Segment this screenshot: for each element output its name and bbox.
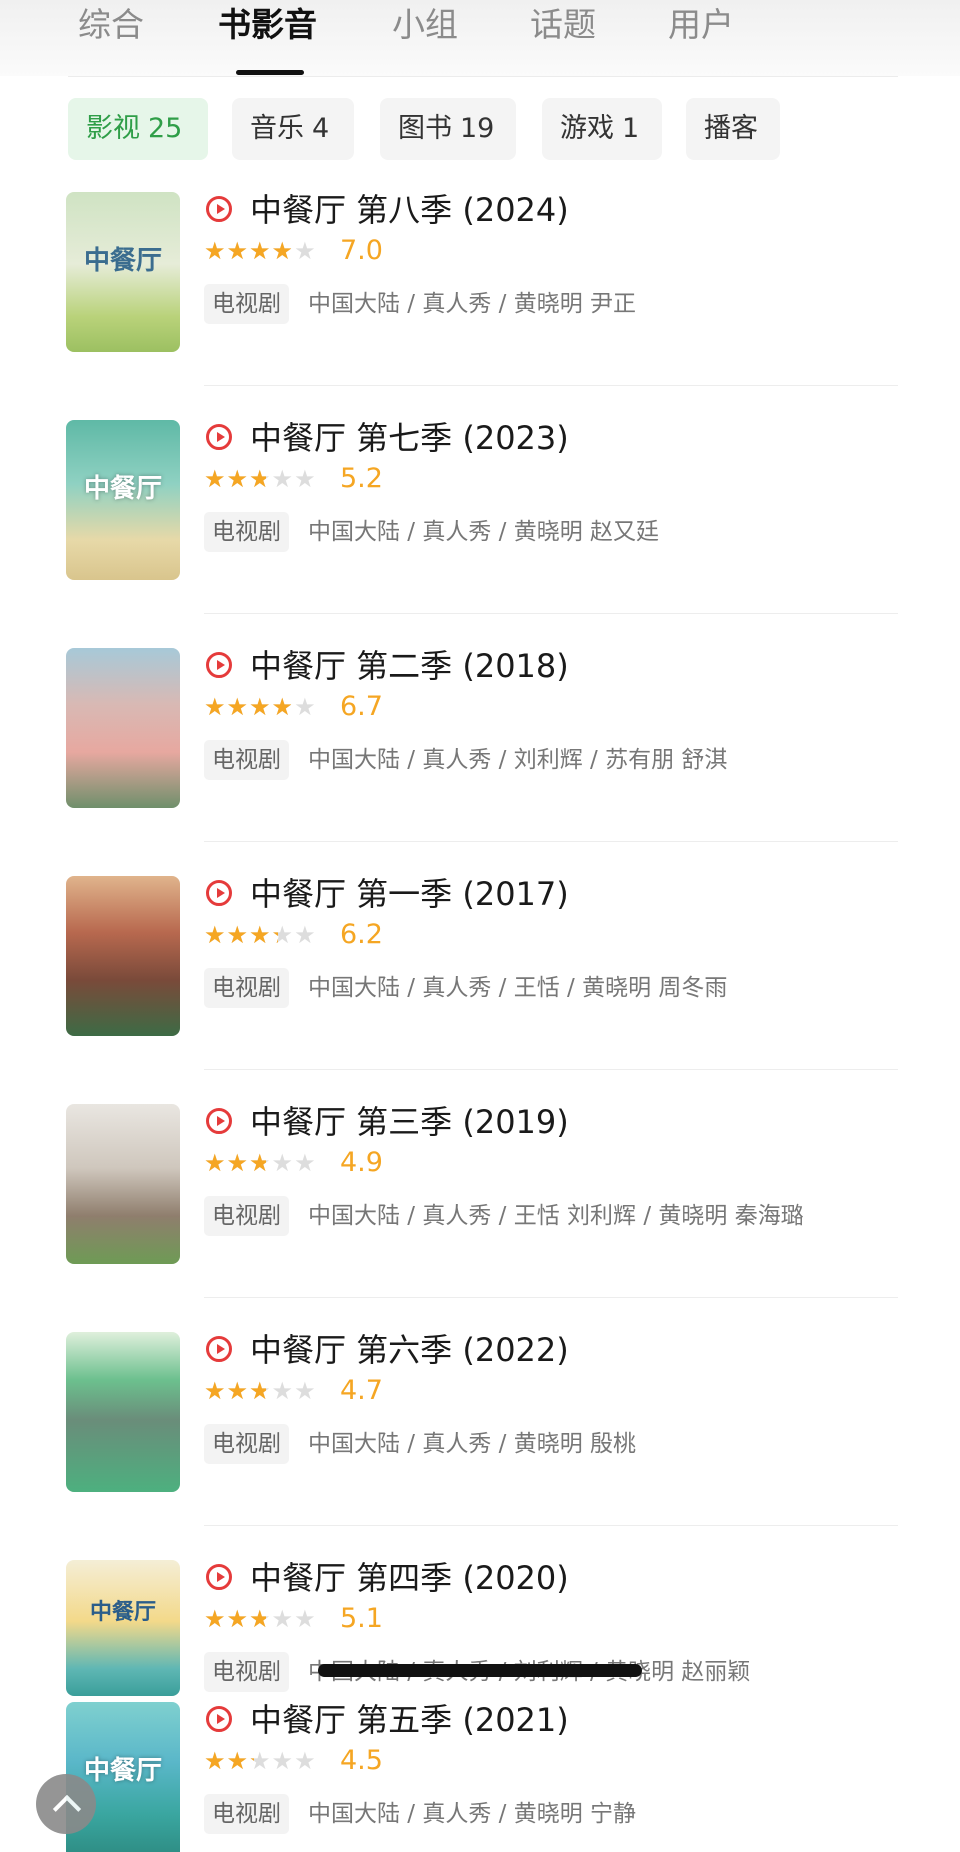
play-icon[interactable]	[206, 880, 232, 906]
filter-chip-label: 游戏	[560, 113, 614, 144]
redaction-mark	[318, 1664, 642, 1677]
item-title[interactable]: 中餐厅 第二季 (2018)	[250, 644, 569, 688]
poster-image[interactable]	[66, 648, 180, 808]
item-title[interactable]: 中餐厅 第一季 (2017)	[250, 872, 569, 916]
filter-chip-count: 19	[460, 113, 495, 144]
item-meta: 中国大陆 / 真人秀 / 黄晓明 殷桃	[308, 1431, 637, 1457]
poster-image[interactable]: 中餐厅	[66, 1702, 180, 1852]
result-item[interactable]: 中餐厅 中餐厅 第八季 (2024) ★★★★★★★★★★ 7.0 电视剧 中国…	[0, 191, 960, 420]
tab-groups[interactable]: 小组	[392, 2, 458, 48]
poster-image[interactable]: 中餐厅	[66, 192, 180, 352]
type-badge: 电视剧	[204, 740, 289, 780]
item-meta: 中国大陆 / 真人秀 / 黄晓明 尹正	[308, 291, 637, 317]
poster-logo-text: 中餐厅	[89, 1599, 156, 1625]
filter-chip-label: 影视	[86, 113, 140, 144]
type-badge: 电视剧	[204, 1794, 289, 1834]
type-badge: 电视剧	[204, 968, 289, 1008]
rating-score: 4.5	[340, 1745, 383, 1776]
type-badge: 电视剧	[204, 284, 289, 324]
filter-chip-count: 4	[312, 113, 330, 144]
divider	[204, 1525, 898, 1526]
item-title[interactable]: 中餐厅 第三季 (2019)	[250, 1100, 569, 1144]
play-icon[interactable]	[206, 1564, 232, 1590]
rating-score: 6.7	[340, 691, 383, 722]
filter-chip-books[interactable]: 图书 19	[380, 98, 516, 160]
item-title[interactable]: 中餐厅 第六季 (2022)	[250, 1328, 569, 1372]
filter-chip-label: 音乐	[250, 113, 304, 144]
star-rating: ★★★★★★★★★★	[204, 1605, 317, 1633]
tab-topics[interactable]: 话题	[530, 2, 596, 48]
rating-score: 6.2	[340, 919, 383, 950]
filter-chip-label: 图书	[398, 113, 452, 144]
type-badge: 电视剧	[204, 1652, 289, 1692]
item-meta: 中国大陆 / 真人秀 / 王恬 刘利辉 / 黄晓明 秦海璐	[308, 1203, 804, 1229]
play-icon[interactable]	[206, 652, 232, 678]
rating-score: 5.2	[340, 463, 383, 494]
star-rating: ★★★★★★★★★★	[204, 1747, 317, 1775]
play-icon[interactable]	[206, 1706, 232, 1732]
star-rating: ★★★★★★★★★★	[204, 465, 317, 493]
filter-chip-count: 25	[148, 113, 183, 144]
play-icon[interactable]	[206, 196, 232, 222]
result-item[interactable]: 中餐厅 中餐厅 第七季 (2023) ★★★★★★★★★★ 5.2 电视剧 中国…	[0, 419, 960, 648]
type-badge: 电视剧	[204, 512, 289, 552]
poster-image[interactable]: 中餐厅	[66, 420, 180, 580]
result-item[interactable]: 中餐厅 第一季 (2017) ★★★★★★★★★★ 6.2 电视剧 中国大陆 /…	[0, 875, 960, 1104]
result-item[interactable]: 中餐厅 第二季 (2018) ★★★★★★★★★★ 6.7 电视剧 中国大陆 /…	[0, 647, 960, 876]
tab-general[interactable]: 综合	[78, 2, 144, 48]
rating-score: 4.7	[340, 1375, 383, 1406]
poster-image[interactable]	[66, 1332, 180, 1492]
top-tab-bar: 综合 书影音 小组 话题 用户	[0, 0, 960, 76]
item-title[interactable]: 中餐厅 第五季 (2021)	[250, 1698, 569, 1742]
filter-chip-games[interactable]: 游戏 1	[542, 98, 662, 160]
result-item[interactable]: 中餐厅 中餐厅 第五季 (2021) ★★★★★★★★★★ 4.5 电视剧 中国…	[0, 1701, 960, 1852]
active-tab-indicator	[236, 70, 304, 75]
item-meta: 中国大陆 / 真人秀 / 刘利辉 / 苏有朋 舒淇	[308, 747, 728, 773]
poster-image[interactable]: 中餐厅	[66, 1560, 180, 1696]
poster-logo-text: 中餐厅	[83, 246, 162, 276]
divider	[204, 1069, 898, 1070]
play-icon[interactable]	[206, 1108, 232, 1134]
type-badge: 电视剧	[204, 1196, 289, 1236]
item-meta: 中国大陆 / 真人秀 / 王恬 / 黄晓明 周冬雨	[308, 975, 728, 1001]
divider	[68, 76, 898, 77]
tab-books-movies-music[interactable]: 书影音	[218, 2, 317, 48]
item-title[interactable]: 中餐厅 第七季 (2023)	[250, 416, 569, 460]
poster-image[interactable]	[66, 1104, 180, 1264]
item-meta: 中国大陆 / 真人秀 / 黄晓明 宁静	[308, 1801, 637, 1827]
star-rating: ★★★★★★★★★★	[204, 693, 317, 721]
star-rating: ★★★★★★★★★★	[204, 237, 317, 265]
rating-score: 5.1	[340, 1603, 383, 1634]
rating-score: 7.0	[340, 235, 383, 266]
filter-chip-podcasts[interactable]: 播客	[686, 98, 780, 160]
filter-chip-label: 播客	[704, 113, 758, 144]
star-rating: ★★★★★★★★★★	[204, 1377, 317, 1405]
filter-chip-count: 1	[622, 113, 640, 144]
play-icon[interactable]	[206, 1336, 232, 1362]
divider	[204, 1297, 898, 1298]
divider	[204, 385, 898, 386]
rating-score: 4.9	[340, 1147, 383, 1178]
result-item[interactable]: 中餐厅 第三季 (2019) ★★★★★★★★★★ 4.9 电视剧 中国大陆 /…	[0, 1103, 960, 1332]
item-title[interactable]: 中餐厅 第八季 (2024)	[250, 188, 569, 232]
item-title[interactable]: 中餐厅 第四季 (2020)	[250, 1556, 569, 1600]
star-rating: ★★★★★★★★★★	[204, 1149, 317, 1177]
divider	[204, 841, 898, 842]
divider	[204, 613, 898, 614]
filter-chip-music[interactable]: 音乐 4	[232, 98, 354, 160]
type-badge: 电视剧	[204, 1424, 289, 1464]
play-icon[interactable]	[206, 424, 232, 450]
poster-image[interactable]	[66, 876, 180, 1036]
back-to-top-button[interactable]	[36, 1774, 96, 1834]
filter-chip-film-tv[interactable]: 影视 25	[68, 98, 208, 160]
result-item[interactable]: 中餐厅 第六季 (2022) ★★★★★★★★★★ 4.7 电视剧 中国大陆 /…	[0, 1331, 960, 1560]
poster-logo-text: 中餐厅	[83, 474, 162, 504]
star-rating: ★★★★★★★★★★	[204, 921, 317, 949]
item-meta: 中国大陆 / 真人秀 / 黄晓明 赵又廷	[308, 519, 660, 545]
tab-users[interactable]: 用户	[668, 2, 734, 48]
